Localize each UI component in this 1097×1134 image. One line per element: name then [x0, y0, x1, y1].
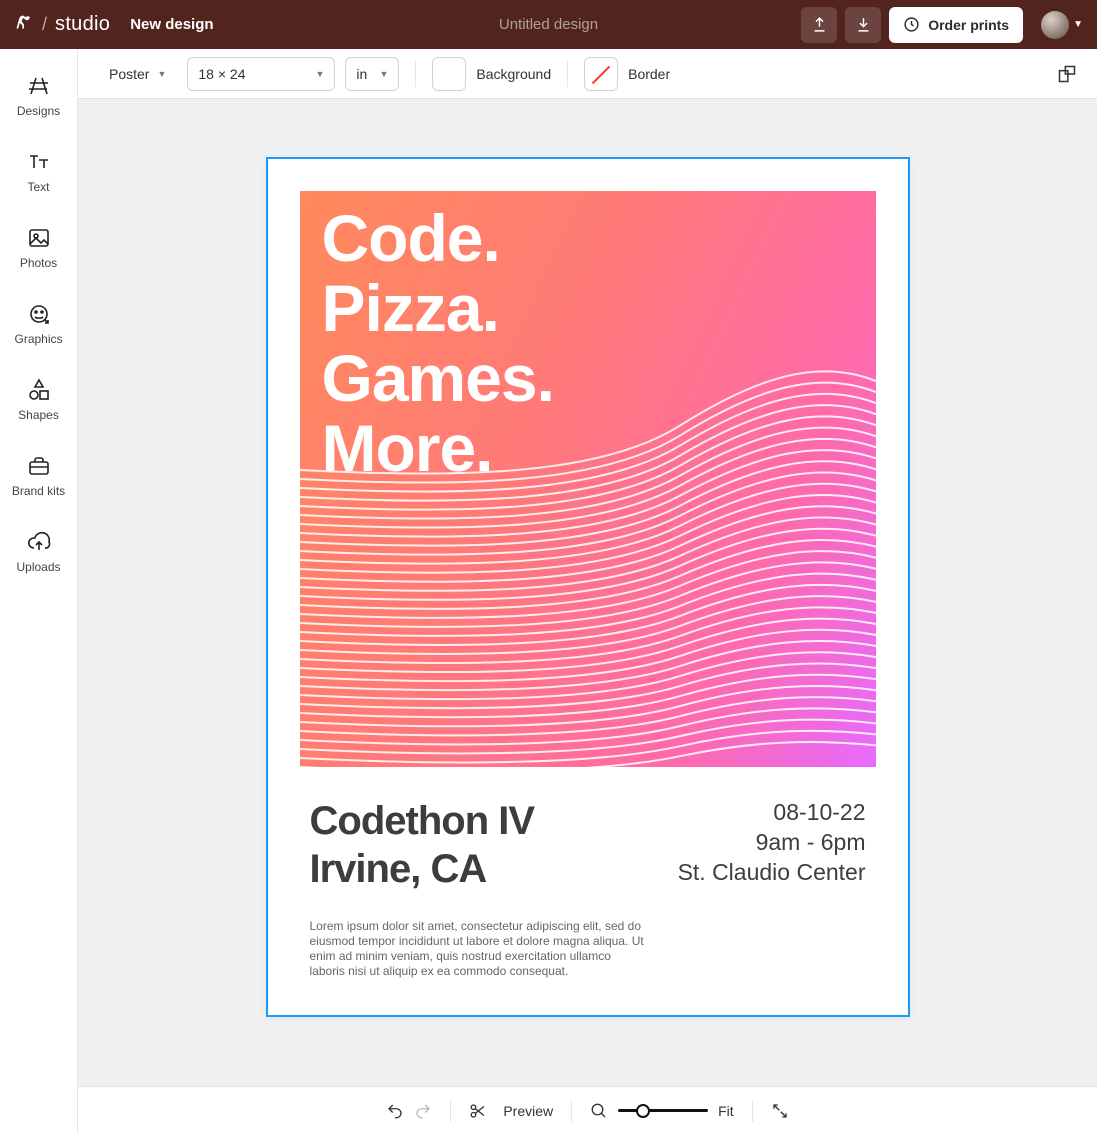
sidebar-item-graphics[interactable]: Graphics: [7, 289, 71, 359]
sidebar-item-label: Brand kits: [12, 484, 65, 498]
text-icon: [27, 150, 51, 174]
poster-details-block[interactable]: 08-10-22 9am - 6pm St. Claudio Center: [678, 797, 866, 893]
event-city: Irvine, CA: [310, 845, 535, 893]
magnifier-icon: [590, 1102, 608, 1120]
bottom-toolbar: Preview Fit: [78, 1086, 1097, 1134]
orientation-toggle[interactable]: [1057, 64, 1077, 84]
zoom-slider[interactable]: [618, 1102, 708, 1120]
sidebar-item-label: Photos: [20, 256, 57, 270]
toolbar-divider: [752, 1100, 753, 1122]
designs-icon: [27, 74, 51, 98]
sidebar-item-text[interactable]: Text: [7, 137, 71, 207]
chevron-down-icon: ▼: [379, 69, 388, 79]
sidebar-item-brand-kits[interactable]: Brand kits: [7, 441, 71, 511]
left-sidebar: Designs Text Photos Graphics Shapes Bran…: [0, 49, 78, 1134]
preview-label: Preview: [503, 1103, 553, 1119]
cloud-upload-icon: [27, 530, 51, 554]
avatar-icon: [1041, 11, 1069, 39]
clock-icon: [903, 16, 920, 33]
logo-text: studio: [55, 13, 110, 36]
shapes-icon: [27, 378, 51, 402]
poster-event-block[interactable]: Codethon IV Irvine, CA: [310, 797, 535, 893]
sidebar-item-label: Graphics: [14, 332, 62, 346]
poster-description[interactable]: Lorem ipsum dolor sit amet, consectetur …: [310, 919, 650, 979]
border-color-swatch[interactable]: [584, 57, 618, 91]
undo-button[interactable]: [386, 1102, 404, 1120]
fit-button[interactable]: Fit: [718, 1103, 734, 1119]
border-label: Border: [628, 66, 670, 82]
toolbar-divider: [450, 1100, 451, 1122]
sidebar-item-uploads[interactable]: Uploads: [7, 517, 71, 587]
document-toolbar: Poster ▼ 18 × 24 ▼ in ▼ Background Borde…: [78, 49, 1097, 99]
toolbar-divider: [571, 1100, 572, 1122]
chevron-down-icon: ▼: [315, 69, 324, 79]
graphics-icon: [27, 302, 51, 326]
sidebar-item-shapes[interactable]: Shapes: [7, 365, 71, 435]
photos-icon: [27, 226, 51, 250]
logo[interactable]: / studio: [14, 12, 110, 37]
event-title: Codethon IV: [310, 797, 535, 845]
chevron-down-icon: ▼: [157, 69, 166, 79]
redo-icon: [414, 1102, 432, 1120]
undo-icon: [386, 1102, 404, 1120]
canvas-area[interactable]: Code. Pizza. Games. More. Codethon IV Ir…: [78, 99, 1097, 1086]
artboard[interactable]: Code. Pizza. Games. More. Codethon IV Ir…: [268, 159, 908, 1015]
new-design-button[interactable]: New design: [130, 16, 213, 33]
scissors-icon: [469, 1102, 487, 1120]
unit-dropdown[interactable]: in ▼: [345, 57, 399, 91]
sidebar-item-designs[interactable]: Designs: [7, 61, 71, 131]
background-color-swatch[interactable]: [432, 57, 466, 91]
briefcase-icon: [27, 454, 51, 478]
wave-graphic: [300, 347, 876, 767]
sidebar-item-label: Text: [27, 180, 49, 194]
type-dropdown[interactable]: Poster ▼: [98, 57, 177, 91]
sidebar-item-label: Shapes: [18, 408, 59, 422]
sidebar-item-label: Designs: [17, 104, 60, 118]
expand-icon: [771, 1102, 789, 1120]
design-title-input[interactable]: Untitled design: [499, 16, 598, 33]
fullscreen-button[interactable]: [771, 1102, 789, 1120]
order-prints-label: Order prints: [928, 17, 1009, 33]
redo-button[interactable]: [414, 1102, 432, 1120]
toolbar-divider: [415, 61, 416, 87]
poster-hero[interactable]: Code. Pizza. Games. More.: [300, 191, 876, 767]
event-venue: St. Claudio Center: [678, 857, 866, 887]
download-button[interactable]: [845, 7, 881, 43]
orientation-icon: [1057, 64, 1077, 84]
event-time: 9am - 6pm: [678, 827, 866, 857]
preview-button[interactable]: Preview: [469, 1102, 553, 1120]
logo-divider: /: [42, 14, 47, 35]
poster-info-row: Codethon IV Irvine, CA 08-10-22 9am - 6p…: [310, 797, 866, 893]
size-dropdown[interactable]: 18 × 24 ▼: [187, 57, 335, 91]
size-value: 18 × 24: [198, 66, 245, 82]
toolbar-divider: [567, 61, 568, 87]
sidebar-item-photos[interactable]: Photos: [7, 213, 71, 283]
horse-logo-icon: [14, 12, 34, 37]
type-value: Poster: [109, 66, 149, 82]
chevron-down-icon: ▼: [1073, 19, 1083, 30]
event-date: 08-10-22: [678, 797, 866, 827]
share-upload-button[interactable]: [801, 7, 837, 43]
order-prints-button[interactable]: Order prints: [889, 7, 1023, 43]
app-header: / studio New design Untitled design Orde…: [0, 0, 1097, 49]
sidebar-item-label: Uploads: [16, 560, 60, 574]
unit-value: in: [356, 66, 367, 82]
account-menu[interactable]: ▼: [1035, 11, 1083, 39]
background-label: Background: [476, 66, 551, 82]
zoom-out-button[interactable]: [590, 1102, 608, 1120]
